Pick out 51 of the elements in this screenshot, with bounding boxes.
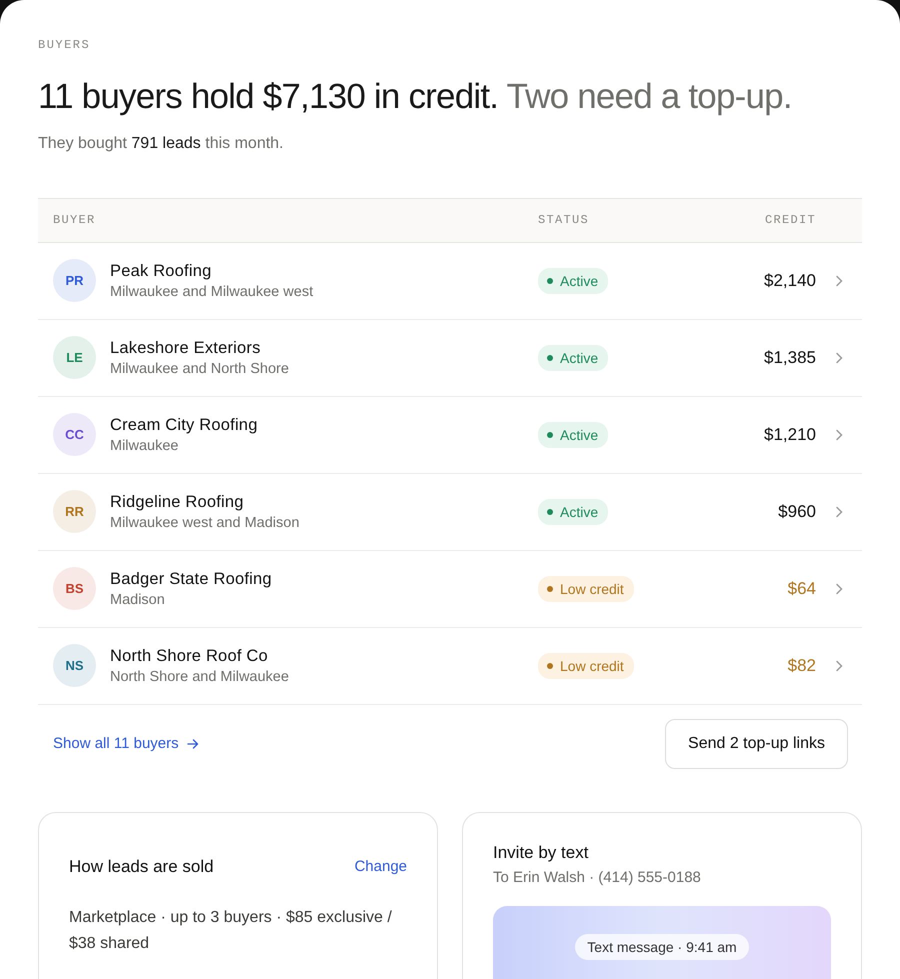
message-timestamp: Text message · 9:41 am <box>575 934 749 960</box>
buyer-area: Milwaukee <box>110 438 258 454</box>
column-header: CREDIT <box>764 213 816 227</box>
status-badge: Active <box>538 422 608 448</box>
credit-amount: $1,385 <box>763 348 816 368</box>
buyer-name: North Shore Roof Co <box>110 646 269 666</box>
arrow-right-icon <box>186 738 199 748</box>
credit-amount: $82 <box>786 656 816 676</box>
avatar: CC <box>53 413 96 456</box>
status-badge: Active <box>538 268 608 294</box>
card-title: Invite by text <box>493 842 590 862</box>
buyer-area: Milwaukee and North Shore <box>110 360 289 376</box>
card-title: How leads are sold <box>69 856 214 876</box>
section-label: BUYERS <box>38 38 92 52</box>
chevron-right-icon[interactable] <box>835 428 843 440</box>
status-badge: Active <box>538 344 608 370</box>
credit-amount: $2,140 <box>763 270 816 290</box>
chevron-right-icon[interactable] <box>835 506 843 518</box>
status-badge: Low credit <box>538 576 634 602</box>
buyer-name: Peak Roofing <box>110 262 212 280</box>
buyer-name: Lakeshore Exteriors <box>110 338 262 358</box>
recipient-text: To Erin Walsh · (414) 555-0188 <box>493 868 702 886</box>
buyer-area: North Shore and Milwaukee <box>110 668 289 684</box>
column-header: STATUS <box>538 213 590 227</box>
buyer-name: Badger State Roofing <box>110 570 272 588</box>
buyer-area: Madison <box>110 592 272 608</box>
credit-amount: $64 <box>786 578 816 598</box>
show-all-link[interactable]: Show all 11 buyers <box>53 735 199 752</box>
chevron-right-icon[interactable] <box>835 582 843 594</box>
chevron-right-icon[interactable] <box>835 274 843 286</box>
column-header: BUYER <box>52 213 97 227</box>
summary-text: They bought 791 leads this month. <box>38 134 284 152</box>
chevron-right-icon[interactable] <box>835 352 843 364</box>
headline: 11 buyers hold $7,130 in credit. Two need a top-up. <box>38 78 793 116</box>
sales-description: Marketplace · up to 3 buyers · $85 exclusive / $38 shared <box>69 908 393 954</box>
avatar: LE <box>53 336 96 379</box>
buyer-area: Milwaukee and Milwaukee west <box>110 284 314 300</box>
credit-amount: $960 <box>777 502 816 522</box>
buyer-name: Ridgeline Roofing <box>110 492 245 512</box>
avatar: PR <box>53 259 96 302</box>
credit-amount: $1,210 <box>763 424 816 444</box>
change-link[interactable]: Change <box>354 858 407 875</box>
status-badge: Active <box>538 498 608 524</box>
chevron-right-icon[interactable] <box>835 660 843 672</box>
avatar: BS <box>53 567 96 610</box>
status-badge: Low credit <box>538 652 634 678</box>
avatar: NS <box>53 644 96 687</box>
avatar: RR <box>53 490 96 533</box>
buyer-area: Milwaukee west and Madison <box>110 514 300 530</box>
buyer-name: Cream City Roofing <box>110 416 258 434</box>
send-top-up-button[interactable]: Send 2 top-up links <box>665 718 848 768</box>
